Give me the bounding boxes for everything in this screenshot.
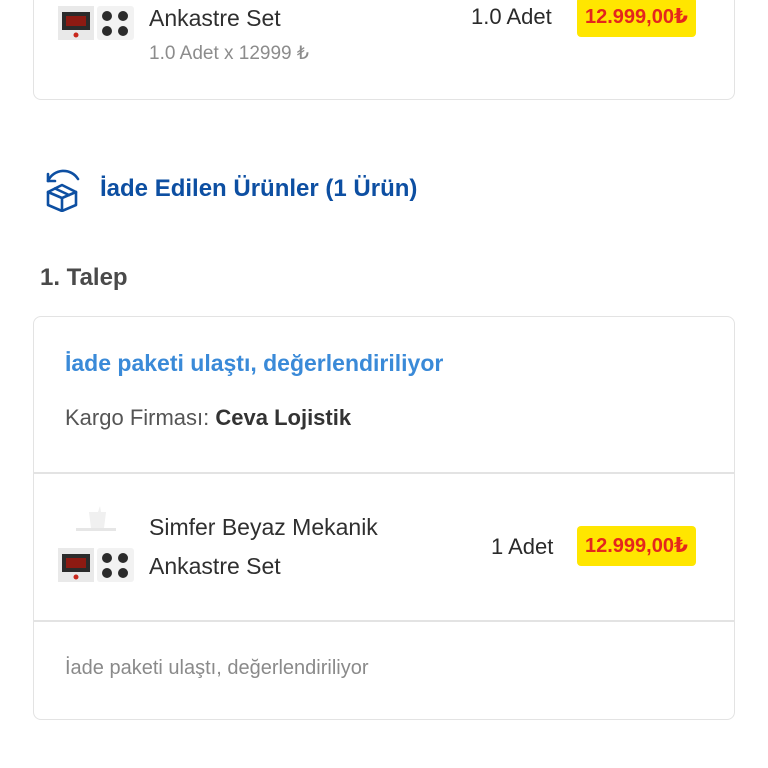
request-label: 1. Talep	[40, 264, 128, 291]
cargo-company-value: Ceva Lojistik	[215, 405, 352, 430]
product-name-line-1: Simfer Beyaz Mekanik	[149, 514, 378, 540]
returns-section-heading: İade Edilen Ürünler (1 Ürün)	[40, 166, 417, 212]
product-name: Ankastre Set	[149, 5, 281, 31]
cargo-company-label: Kargo Firması:	[65, 405, 216, 430]
return-box-icon	[46, 169, 80, 212]
price-badge: 12.999,00₺	[577, 0, 696, 37]
product-image	[56, 504, 136, 584]
product-unit-price: 1.0 Adet x 12999 ₺	[149, 43, 309, 64]
return-status-title: İade paketi ulaştı, değerlendiriliyor	[65, 350, 444, 376]
product-quantity: 1.0 Adet	[471, 4, 552, 29]
returns-title: İade Edilen Ürünler (1 Ürün)	[100, 175, 418, 202]
price-badge: 12.999,00₺	[577, 526, 696, 566]
return-request-card: İade paketi ulaştı, değerlendiriliyor Ka…	[33, 316, 735, 720]
order-item-card: Ankastre Set 1.0 Adet x 12999 ₺ 1.0 Adet…	[33, 0, 735, 100]
product-image	[56, 0, 136, 58]
product-quantity: 1 Adet	[491, 534, 554, 559]
return-footer-status: İade paketi ulaştı, değerlendiriliyor	[65, 657, 369, 679]
order-detail-page: Ankastre Set 1.0 Adet x 12999 ₺ 1.0 Adet…	[0, 0, 768, 768]
product-name-line-2: Ankastre Set	[149, 553, 281, 579]
cargo-company: Kargo Firması: Ceva Lojistik	[65, 405, 351, 431]
divider	[34, 620, 734, 622]
divider	[34, 472, 734, 474]
